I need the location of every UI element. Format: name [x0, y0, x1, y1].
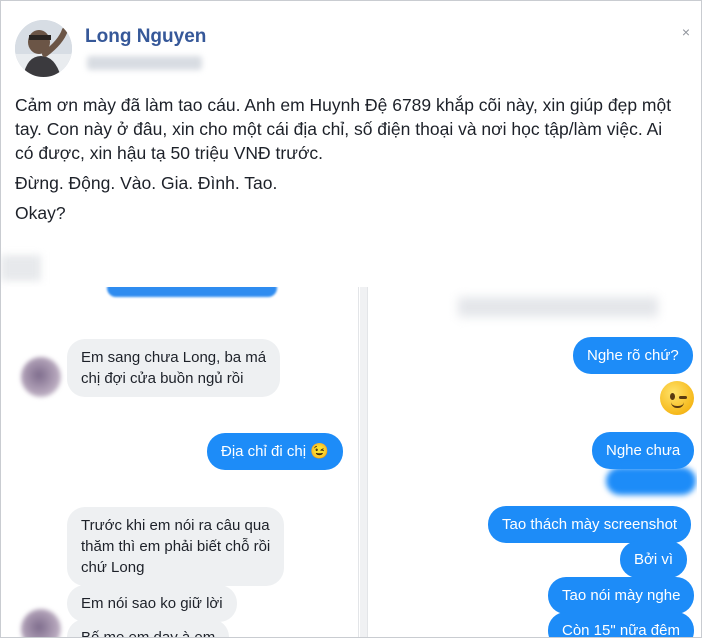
chat-message-outgoing: Nghe chưa: [592, 432, 695, 469]
chat-message-incoming: Bố mẹ em dạy à em: [67, 619, 230, 637]
chat-screenshot-left: Em sang chưa Long, ba má chị đợi cửa buồ…: [7, 287, 359, 637]
blurred-header: [458, 297, 658, 317]
chat-message-outgoing: Nghe rõ chứ?: [573, 337, 693, 374]
chat-message-incoming: Em nói sao ko giữ lời: [67, 585, 237, 622]
chat-message-outgoing: Tao thách mày screenshot: [488, 506, 692, 543]
chat-message-outgoing: Địa chỉ đi chị 😉: [207, 433, 343, 470]
blurred-bubble: [606, 467, 696, 495]
close-icon[interactable]: ×: [679, 25, 693, 39]
chat-message-incoming: Trước khi em nói ra câu qua thăm thì em …: [67, 507, 285, 586]
wink-emoji-icon: [660, 381, 694, 415]
blurred-bubble: [107, 287, 277, 297]
post-paragraph: Đừng. Động. Vào. Gia. Đình. Tao.: [15, 173, 278, 193]
chat-message-outgoing: Tao nói mày nghe: [548, 577, 695, 614]
post-timestamp-blurred: [87, 56, 202, 70]
chat-message-outgoing: Còn 15" nữa đêm: [548, 612, 694, 637]
facebook-post: Long Nguyen × Cảm ơn mày đã làm tao cáu.…: [0, 0, 702, 638]
chat-screenshot-right: Nghe rõ chứ? Nghe chưa Tao thách mày scr…: [367, 287, 697, 637]
screenshot-divider: [360, 287, 367, 637]
author-name[interactable]: Long Nguyen: [85, 26, 206, 48]
chat-message-outgoing: Bởi vì: [620, 541, 688, 578]
post-body: Cảm ơn mày đã làm tao cáu. Anh em Huynh …: [15, 93, 685, 231]
post-paragraph: Okay?: [15, 203, 66, 223]
blurred-region: [1, 255, 41, 281]
chat-message-incoming: Em sang chưa Long, ba má chị đợi cửa buồ…: [67, 339, 281, 397]
contact-avatar-blurred: [21, 357, 61, 397]
avatar-photo-icon: [15, 20, 72, 77]
post-paragraph: Cảm ơn mày đã làm tao cáu. Anh em Huynh …: [15, 95, 672, 163]
contact-avatar-blurred: [21, 609, 61, 637]
author-avatar[interactable]: [15, 20, 72, 77]
